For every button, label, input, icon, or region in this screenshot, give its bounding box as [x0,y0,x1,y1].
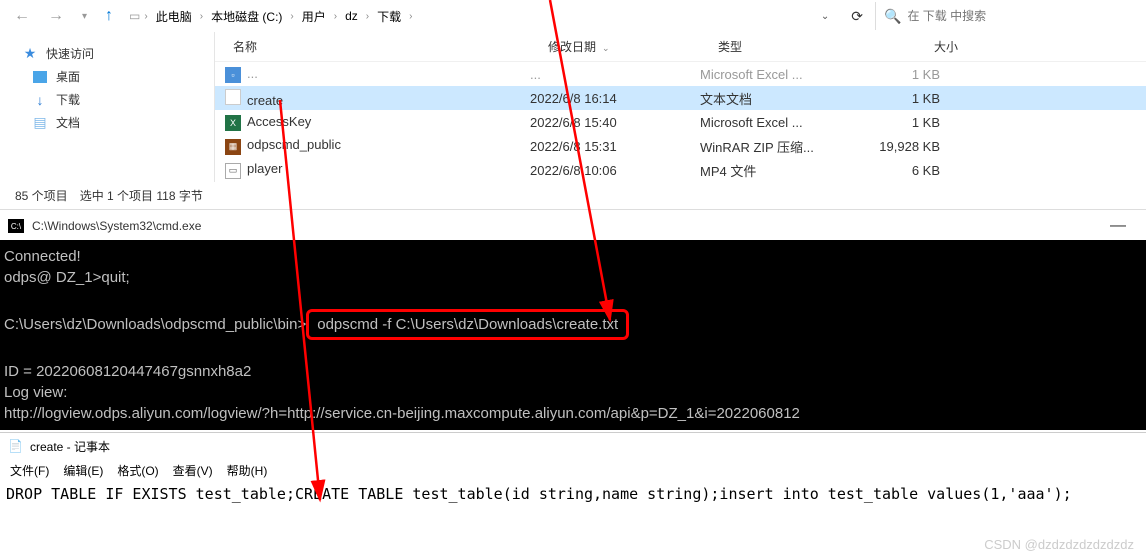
notepad-titlebar[interactable]: 📄 create - 记事本 [0,433,1146,459]
cmd-output: C:\Users\dz\Downloads\odpscmd_public\bin… [4,309,1142,340]
cmd-output: http://logview.odps.aliyun.com/logview/?… [4,403,1142,424]
expand-icon[interactable]: ⌄ [811,11,839,22]
status-selected: 选中 1 个项目 118 字节 [80,187,203,204]
search-icon: 🔍 [884,8,901,25]
notepad-window: 📄 create - 记事本 文件(F) 编辑(E) 格式(O) 查看(V) 帮… [0,432,1146,506]
star-icon: ★ [22,46,38,62]
cmd-output [4,340,1142,361]
document-icon: ▤ [32,115,48,131]
search-box[interactable]: 🔍 [875,2,1140,30]
file-icon: ▫ [225,67,241,83]
notepad-icon: 📄 [8,438,24,454]
sidebar-documents[interactable]: ▤ 文档 [0,111,214,134]
cmd-output [4,288,1142,309]
table-row[interactable]: ▦odpscmd_public 2022/6/8 15:31 WinRAR ZI… [215,134,1146,158]
file-list: 名称 修改日期⌄ 类型 大小 ▫... ... Microsoft Excel … [215,32,1146,182]
cmd-titlebar[interactable]: C:\ C:\Windows\System32\cmd.exe — [0,212,1146,240]
menu-file[interactable]: 文件(F) [10,462,49,479]
sidebar-desktop[interactable]: 桌面 [0,65,214,88]
search-input[interactable] [907,9,1132,23]
nav-dropdown-icon[interactable]: ▾ [82,11,87,22]
column-date[interactable]: 修改日期⌄ [548,38,718,55]
cmd-output: ID = 20220608120447467gsnnxh8a2 [4,361,1142,382]
refresh-icon[interactable]: ⟳ [839,8,875,25]
cmd-icon: C:\ [8,219,24,233]
breadcrumb[interactable]: ▭ › 此电脑 › 本地磁盘 (C:) › 用户 › dz › 下载 › [129,8,811,25]
breadcrumb-item[interactable]: 下载 [373,8,405,25]
cmd-body[interactable]: Connected! odps@ DZ_1>quit; C:\Users\dz\… [0,240,1146,430]
table-row[interactable]: ▫... ... Microsoft Excel ... 1 KB [215,62,1146,86]
sidebar: ★ 快速访问 桌面 ↓ 下载 ▤ 文档 [0,32,215,182]
download-icon: ↓ [32,92,48,108]
nav-up-icon[interactable]: ↑ [105,7,113,25]
menu-help[interactable]: 帮助(H) [227,462,268,479]
table-row[interactable]: create 2022/6/8 16:14 文本文档 1 KB [215,86,1146,110]
cmd-output: Connected! [4,246,1142,267]
menu-view[interactable]: 查看(V) [173,462,213,479]
breadcrumb-item[interactable]: 本地磁盘 (C:) [207,8,286,25]
table-row[interactable]: ▭player 2022/6/8 10:06 MP4 文件 6 KB [215,158,1146,182]
column-headers: 名称 修改日期⌄ 类型 大小 [215,32,1146,62]
sidebar-quick-access[interactable]: ★ 快速访问 [0,42,214,65]
sidebar-item-label: 快速访问 [46,45,94,62]
sidebar-downloads[interactable]: ↓ 下载 [0,88,214,111]
menu-format[interactable]: 格式(O) [117,462,158,479]
cmd-window: C:\ C:\Windows\System32\cmd.exe — Connec… [0,212,1146,430]
excel-file-icon: X [225,115,241,131]
address-bar: ← → ▾ ↑ ▭ › 此电脑 › 本地磁盘 (C:) › 用户 › dz › … [0,0,1146,32]
column-size[interactable]: 大小 [878,38,958,55]
table-row[interactable]: XAccessKey 2022/6/8 15:40 Microsoft Exce… [215,110,1146,134]
status-items: 85 个项目 [15,187,68,204]
minimize-icon[interactable]: — [1098,217,1138,235]
cmd-output: odps@ DZ_1>quit; [4,267,1142,288]
desktop-icon [32,69,48,85]
cmd-title: C:\Windows\System32\cmd.exe [32,219,201,233]
drive-icon: ▭ [129,9,140,23]
notepad-content[interactable]: DROP TABLE IF EXISTS test_table;CREATE T… [0,482,1146,506]
menu-edit[interactable]: 编辑(E) [63,462,103,479]
status-bar: 85 个项目 选中 1 个项目 118 字节 [0,182,1146,209]
notepad-title: create - 记事本 [30,438,110,455]
breadcrumb-item[interactable]: 用户 [298,8,330,25]
sidebar-item-label: 下载 [56,91,80,108]
nav-back-icon[interactable]: ← [14,7,30,25]
breadcrumb-item[interactable]: 此电脑 [152,8,196,25]
column-type[interactable]: 类型 [718,38,878,55]
sidebar-item-label: 文档 [56,114,80,131]
text-file-icon [225,89,241,105]
nav-forward-icon[interactable]: → [48,7,64,25]
sidebar-item-label: 桌面 [56,68,80,85]
breadcrumb-item[interactable]: dz [341,9,362,23]
file-explorer: ← → ▾ ↑ ▭ › 此电脑 › 本地磁盘 (C:) › 用户 › dz › … [0,0,1146,210]
column-name[interactable]: 名称 [225,38,548,55]
video-file-icon: ▭ [225,163,241,179]
watermark: CSDN @dzdzdzdzdzdzdz [984,537,1134,552]
notepad-menu: 文件(F) 编辑(E) 格式(O) 查看(V) 帮助(H) [0,459,1146,482]
cmd-output: Log view: [4,382,1142,403]
highlighted-command: odpscmd -f C:\Users\dz\Downloads\create.… [306,309,629,340]
zip-file-icon: ▦ [225,139,241,155]
